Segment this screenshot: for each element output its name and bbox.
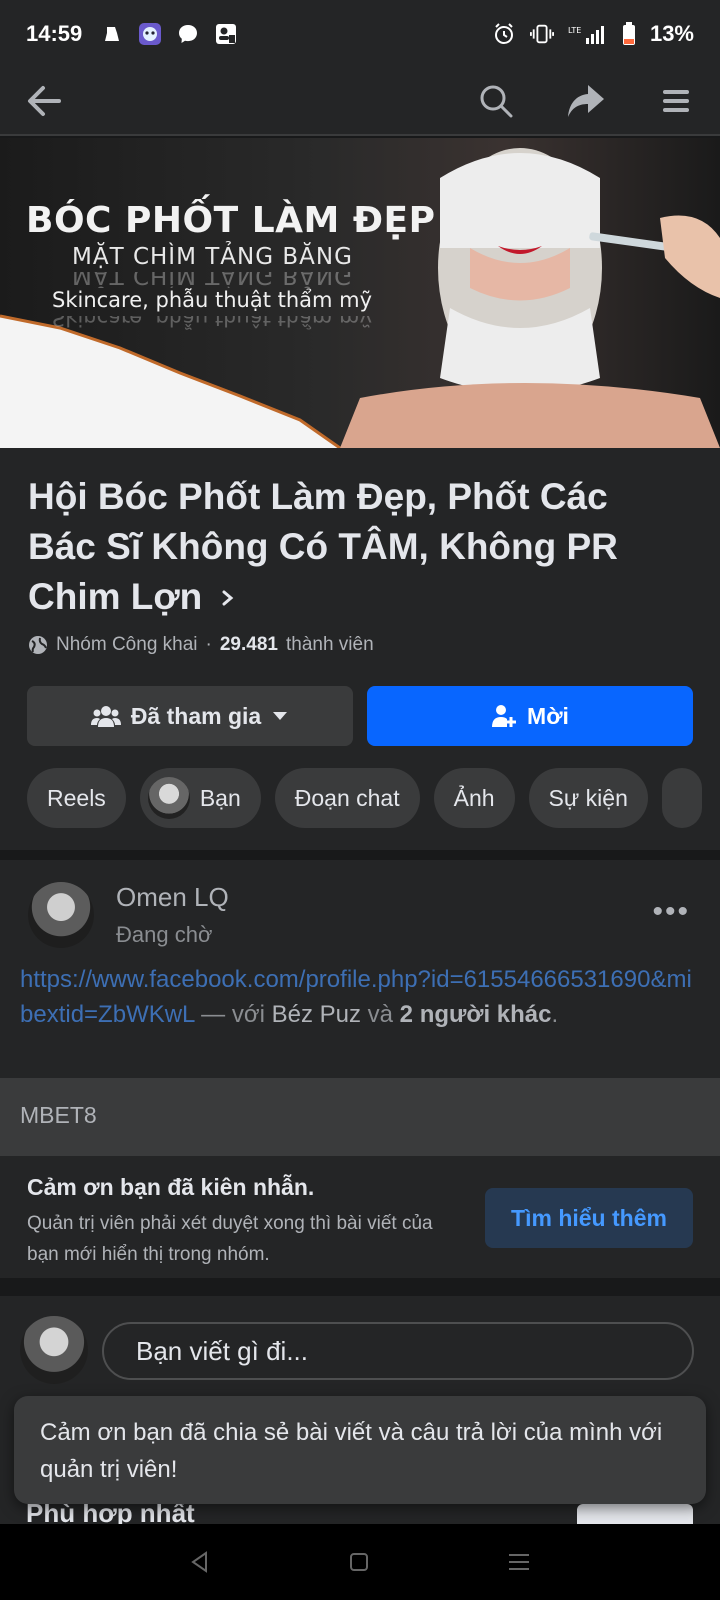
group-meta: Nhóm Công khai · 29.481 thành viên <box>28 634 374 656</box>
notification-icons <box>100 22 238 46</box>
search-button[interactable] <box>472 77 520 125</box>
globe-icon <box>29 636 47 654</box>
group-title-link[interactable]: Hội Bóc Phốt Làm Đẹp, Phốt Các Bác Sĩ Kh… <box>28 472 668 622</box>
meta-separator: · <box>205 634 212 655</box>
share-arrow-icon <box>568 85 604 117</box>
tab-chats[interactable]: Đoạn chat <box>274 768 420 828</box>
cover-tagline: Skincare, phẫu thuật thẩm mỹ <box>52 288 373 312</box>
svg-text:LTE: LTE <box>568 26 581 35</box>
notice-text: Quản trị viên phải xét duyệt xong thì bà… <box>27 1213 433 1265</box>
tab-label: Reels <box>47 784 106 811</box>
tagged-person[interactable]: Béz Puz <box>272 1001 361 1028</box>
post-body: https://www.facebook.com/profile.php?id=… <box>20 962 700 1032</box>
group-members-icon <box>90 706 121 727</box>
tab-label: Bạn <box>199 784 241 811</box>
hamburger-menu-icon <box>663 90 689 112</box>
joined-label: Đã tham gia <box>130 702 262 729</box>
tab-label: Ảnh <box>453 784 495 811</box>
group-cover-photo[interactable]: BÓC PHỐT LÀM ĐẸP MẶT CHÌM TẢNG BĂNG MẶT … <box>0 138 720 448</box>
contact-card-icon <box>214 22 238 46</box>
post-composer: Bạn viết gì đi... <box>0 1296 720 1406</box>
pending-review-notice: Cảm ơn bạn đã kiên nhẫn. Quản trị viên p… <box>0 1156 720 1278</box>
invite-label: Mời <box>527 702 569 729</box>
notice-title: Cảm ơn bạn đã kiên nhẫn. <box>27 1174 315 1200</box>
member-count[interactable]: 29.481 <box>220 634 278 656</box>
back-arrow-icon <box>28 86 61 116</box>
caret-down-icon <box>273 712 288 720</box>
with-text: — với <box>194 1001 272 1028</box>
group-tabs: Reels Bạn Đoạn chat Ảnh Sự kiện <box>27 768 702 828</box>
friend-avatar <box>147 777 190 819</box>
messenger-icon <box>176 22 200 46</box>
back-button[interactable] <box>20 77 68 125</box>
link-preview-strip[interactable]: MBET8 <box>0 1078 720 1156</box>
share-button[interactable] <box>562 77 610 125</box>
nav-back-icon[interactable] <box>188 1550 212 1574</box>
tab-events[interactable]: Sự kiện <box>528 768 648 828</box>
user-avatar[interactable] <box>20 1316 88 1384</box>
menu-button[interactable] <box>652 77 700 125</box>
nav-home-icon[interactable] <box>347 1550 371 1574</box>
group-privacy: Nhóm Công khai <box>56 634 198 655</box>
learn-more-button[interactable]: Tìm hiểu thêm <box>485 1188 693 1248</box>
signal-icon: LTE <box>568 22 608 46</box>
android-navigation-bar <box>0 1524 720 1600</box>
tab-reels[interactable]: Reels <box>27 768 126 828</box>
cover-subtitle-reflection: MẶT CHÌM TẢNG BĂNG <box>72 272 353 288</box>
member-label: thành viên <box>285 634 374 655</box>
nav-recents-icon[interactable] <box>506 1550 532 1574</box>
vibrate-icon <box>529 22 554 46</box>
pending-post: Omen LQ Đang chờ ••• https://www.faceboo… <box>0 860 720 1078</box>
app-avatar-icon <box>138 22 162 46</box>
cover-subtitle: MẶT CHÌM TẢNG BĂNG <box>72 244 353 270</box>
clock: 14:59 <box>26 21 83 46</box>
top-navigation-bar <box>0 68 720 136</box>
tab-friends[interactable]: Bạn <box>139 768 261 828</box>
system-icons: LTE 13% <box>492 21 694 47</box>
search-icon <box>480 85 513 118</box>
battery-percent: 13% <box>649 21 694 46</box>
post-end: . <box>551 1001 559 1028</box>
post-author[interactable]: Omen LQ <box>116 882 229 913</box>
tab-label: Sự kiện <box>548 784 628 811</box>
author-avatar[interactable] <box>28 882 94 948</box>
alarm-icon <box>492 22 516 46</box>
composer-input[interactable]: Bạn viết gì đi... <box>102 1322 694 1380</box>
cover-tagline-reflection: Skincare, phẫu thuật thẩm mỹ <box>52 316 373 330</box>
battery-icon <box>622 22 636 46</box>
add-person-icon <box>492 705 517 727</box>
tab-label: Đoạn chat <box>294 784 400 811</box>
cleaner-icon <box>100 22 124 46</box>
tab-more-partial[interactable] <box>661 768 702 828</box>
status-bar: 14:59 LTE 13% <box>0 0 720 68</box>
tab-photos[interactable]: Ảnh <box>433 768 515 828</box>
confirmation-toast: Cảm ơn bạn đã chia sẻ bài viết và câu tr… <box>14 1396 706 1504</box>
invite-button[interactable]: Mời <box>367 686 693 746</box>
group-name: Hội Bóc Phốt Làm Đẹp, Phốt Các Bác Sĩ Kh… <box>28 476 618 617</box>
joined-dropdown-button[interactable]: Đã tham gia <box>27 686 353 746</box>
link-preview-label: MBET8 <box>20 1102 97 1128</box>
post-status: Đang chờ <box>116 922 213 947</box>
cover-title: BÓC PHỐT LÀM ĐẸP <box>26 200 436 241</box>
group-header: Hội Bóc Phốt Làm Đẹp, Phốt Các Bác Sĩ Kh… <box>0 448 720 850</box>
and-text: và <box>360 1001 400 1028</box>
post-more-options-button[interactable]: ••• <box>652 897 690 927</box>
chevron-right-icon <box>222 590 233 606</box>
tagged-others[interactable]: 2 người khác <box>400 1001 552 1028</box>
